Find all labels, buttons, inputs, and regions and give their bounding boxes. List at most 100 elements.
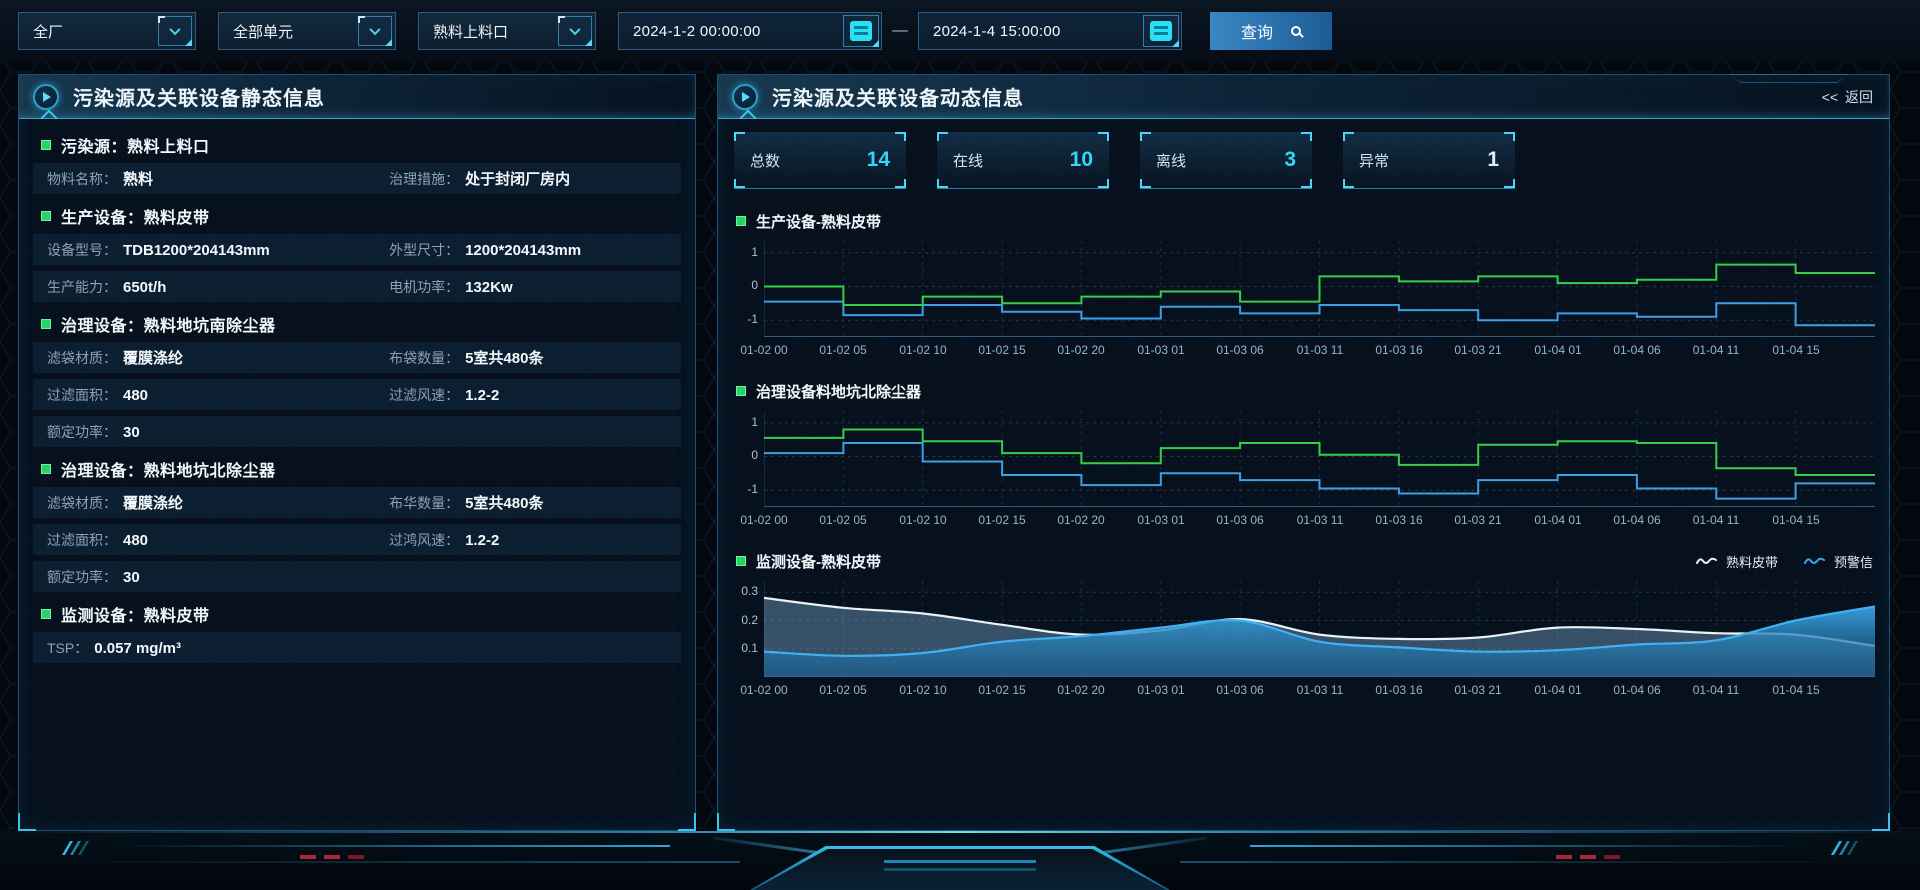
chart-plot: 10-1 <box>734 411 1873 507</box>
green-square-bullet <box>41 319 51 329</box>
query-button-label: 查询 <box>1241 19 1273 43</box>
kv-cell: 生产能力：650t/h <box>47 277 389 297</box>
y-axis-tick-label: 1 <box>734 415 758 429</box>
x-axis-tick-label: 01-04 15 <box>1772 513 1819 527</box>
x-axis-tick-label: 01-03 11 <box>1297 343 1343 357</box>
y-axis-tick-label: 0.3 <box>734 584 758 598</box>
kv-label: 设备型号： <box>47 240 117 260</box>
end-calendar-button[interactable] <box>1143 15 1179 47</box>
start-datetime-field[interactable]: 2024-1-2 00:00:00 <box>618 12 882 50</box>
kv-label: 生产能力： <box>47 277 117 297</box>
stat-box-异常: 异常1 <box>1343 132 1515 189</box>
kv-cell: 布华数量：5室共480条 <box>389 492 669 513</box>
x-axis-tick-label: 01-03 01 <box>1137 343 1184 357</box>
section-heading-label: 污染源：熟料上料口 <box>61 133 210 157</box>
x-axis-tick-label: 01-03 01 <box>1137 683 1184 697</box>
filter-select-1[interactable]: 全厂 <box>18 12 196 50</box>
y-axis-tick-label: -1 <box>734 482 758 496</box>
kv-label: 过滤面积： <box>47 530 117 550</box>
kv-cell: 额定功率：30 <box>47 422 669 442</box>
end-datetime-field[interactable]: 2024-1-4 15:00:00 <box>918 12 1182 50</box>
kv-label: 物料名称： <box>47 169 117 189</box>
play-circle-icon <box>732 84 758 110</box>
chevron-down-icon <box>169 24 180 35</box>
table-row: 设备型号：TDB1200*204143mm外型尺寸：1200*204143mm <box>33 234 681 265</box>
legend-item-预警信[interactable]: 预警信 <box>1804 552 1873 571</box>
green-square-bullet <box>41 464 51 474</box>
stat-value: 3 <box>1284 148 1296 172</box>
chevron-down-button[interactable] <box>358 16 392 46</box>
chevron-down-icon <box>369 24 380 35</box>
footer-line <box>40 861 740 863</box>
filter-select-3[interactable]: 熟料上料口 <box>418 12 596 50</box>
section-heading-label: 监测设备：熟料皮带 <box>61 602 210 626</box>
x-axis-tick-label: 01-04 06 <box>1613 513 1660 527</box>
legend-item-熟料皮带[interactable]: 熟料皮带 <box>1696 552 1778 571</box>
query-button[interactable]: 查询 <box>1210 12 1332 50</box>
table-row: 额定功率：30 <box>33 416 681 447</box>
corner-bracket <box>1301 179 1312 188</box>
green-square-bullet <box>41 211 51 221</box>
kv-cell: 滤袋材质：覆膜涤纶 <box>47 347 389 368</box>
x-axis-tick-label: 01-02 15 <box>978 683 1025 697</box>
kv-label: 布华数量： <box>389 493 459 513</box>
footer-line <box>110 845 670 847</box>
table-row: 生产能力：650t/h电机功率： 132Kw <box>33 271 681 302</box>
footer-ticks <box>62 841 73 855</box>
x-axis-labels: 01-02 0001-02 0501-02 1001-02 1501-02 20… <box>734 681 1873 699</box>
filter-select-value: 熟料上料口 <box>419 21 558 42</box>
footer-decoration <box>0 831 1920 890</box>
section-heading: 监测设备：熟料皮带 <box>41 601 681 627</box>
x-axis-tick-label: 01-03 21 <box>1454 513 1501 527</box>
chart-legend: 熟料皮带 预警信 <box>1696 552 1873 571</box>
kv-label: 电机功率： <box>389 277 459 297</box>
corner-bracket <box>1140 179 1151 188</box>
y-axis-tick-label: 0.2 <box>734 613 758 627</box>
kv-cell: 物料名称： 熟料 <box>47 168 389 189</box>
x-axis-tick-label: 01-03 11 <box>1297 513 1343 527</box>
filter-select-2[interactable]: 全部单元 <box>218 12 396 50</box>
date-range-separator: — <box>892 22 908 40</box>
end-datetime-value[interactable]: 2024-1-4 15:00:00 <box>919 23 1143 40</box>
kv-value: 1.2-2 <box>465 532 499 549</box>
corner-bracket <box>895 132 906 141</box>
kv-label: 过鸿风速： <box>389 530 459 550</box>
x-axis-labels: 01-02 0001-02 0501-02 1001-02 1501-02 20… <box>734 341 1873 359</box>
kv-value: 132Kw <box>465 279 513 296</box>
x-axis-tick-label: 01-03 16 <box>1375 513 1422 527</box>
footer-ticks <box>1831 841 1842 855</box>
filter-select-group: 全厂全部单元 熟料上料口 <box>18 12 618 50</box>
kv-value: 480 <box>123 532 148 549</box>
static-info-rows: 污染源：熟料上料口物料名称：熟料治理措施：处于封闭厂房内生产设备：熟料皮带设备型… <box>19 119 695 663</box>
footer-top-glow-line <box>0 831 1920 833</box>
static-info-panel-header: 污染源及关联设备静态信息 <box>19 75 695 119</box>
corner-bracket <box>1140 132 1151 141</box>
calendar-icon <box>850 21 872 41</box>
chart-plot: 10-1 <box>734 241 1873 337</box>
start-calendar-button[interactable] <box>843 15 879 47</box>
chevron-down-icon <box>569 24 580 35</box>
x-axis-tick-label: 01-02 20 <box>1057 513 1104 527</box>
dynamic-info-panel-title: 污染源及关联设备动态信息 <box>772 82 1024 111</box>
start-datetime-value[interactable]: 2024-1-2 00:00:00 <box>619 23 843 40</box>
chevron-down-button[interactable] <box>158 16 192 46</box>
y-axis-tick-label: 0.1 <box>734 641 758 655</box>
corner-bracket <box>1504 179 1515 188</box>
stat-label: 异常 <box>1359 150 1389 171</box>
chart-title: 生产设备-熟料皮带 <box>756 211 881 232</box>
chevron-down-button[interactable] <box>558 16 592 46</box>
emblem-slot <box>884 860 1035 863</box>
x-axis-tick-label: 01-02 05 <box>819 343 866 357</box>
kv-value: 30 <box>123 424 140 441</box>
table-row: 过滤面积： 480 过鸿风速： 1.2-2 <box>33 524 681 555</box>
kv-label: 滤袋材质： <box>47 493 117 513</box>
x-axis-tick-label: 01-02 10 <box>899 343 946 357</box>
kv-value: 熟料 <box>123 168 153 189</box>
back-button[interactable]: << 返回 <box>1822 75 1873 119</box>
device-stats-row: 总数14在线10离线3异常1 <box>734 132 1873 189</box>
stat-label: 在线 <box>953 150 983 171</box>
x-axis-tick-label: 01-03 06 <box>1216 343 1263 357</box>
dynamic-info-panel: 污染源及关联设备动态信息 << 返回 总数14在线10离线3异常1 生产设备-熟… <box>717 74 1890 831</box>
back-chevrons-icon: << <box>1822 89 1838 105</box>
x-axis-tick-label: 01-04 06 <box>1613 343 1660 357</box>
